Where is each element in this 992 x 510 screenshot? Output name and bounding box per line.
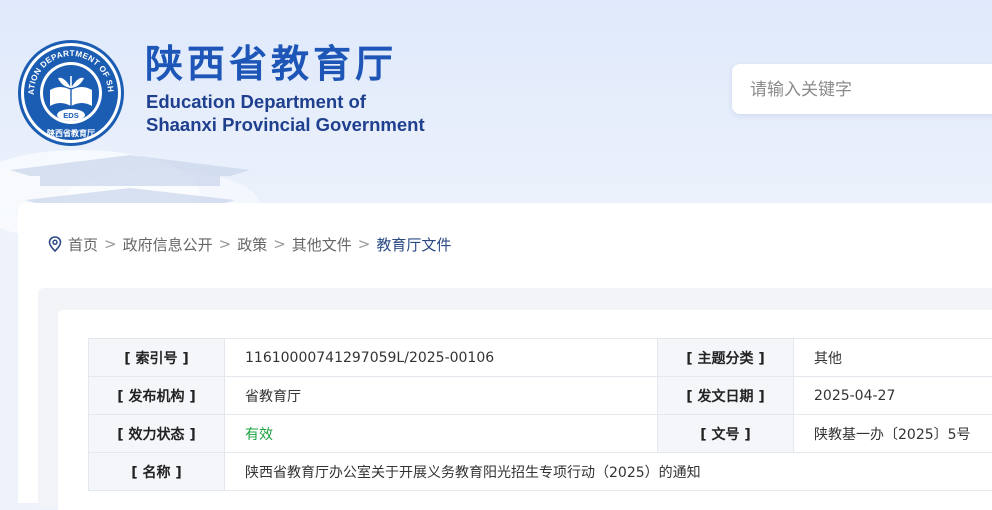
publisher-value: 省教育厅 bbox=[225, 377, 658, 415]
location-pin-icon bbox=[48, 236, 62, 252]
search-input[interactable] bbox=[748, 64, 982, 116]
breadcrumb-separator: > bbox=[219, 235, 232, 253]
breadcrumb-separator: > bbox=[104, 235, 117, 253]
svg-text:EDS: EDS bbox=[63, 111, 78, 120]
topic-value: 其他 bbox=[794, 339, 992, 377]
table-row: [ 名称 ] 陕西省教育厅办公室关于开展义务教育阳光招生专项行动（2025）的通… bbox=[89, 453, 992, 491]
breadcrumb: 首页 > 政府信息公开 > 政策 > 其他文件 > 教育厅文件 bbox=[48, 232, 451, 256]
site-title-en-line2: Shaanxi Provincial Government bbox=[146, 113, 425, 136]
doc-no-value: 陕教基一办〔2025〕5号 bbox=[794, 415, 992, 453]
date-value: 2025-04-27 bbox=[794, 377, 992, 415]
eds-logo[interactable]: EDUCATION DEPARTMENT OF SHAANXI EDS 陕西省教… bbox=[16, 38, 126, 148]
status-label: [ 效力状态 ] bbox=[89, 415, 225, 453]
breadcrumb-separator: > bbox=[273, 235, 286, 253]
site-title-en-line1: Education Department of bbox=[146, 90, 425, 113]
breadcrumb-dept-docs[interactable]: 教育厅文件 bbox=[376, 234, 451, 255]
name-label: [ 名称 ] bbox=[89, 453, 225, 491]
doc-no-label: [ 文号 ] bbox=[658, 415, 794, 453]
date-label: [ 发文日期 ] bbox=[658, 377, 794, 415]
status-value: 有效 bbox=[225, 415, 658, 453]
breadcrumb-policy[interactable]: 政策 bbox=[237, 234, 267, 255]
table-row: [ 索引号 ] 11610000741297059L/2025-00106 [ … bbox=[89, 339, 992, 377]
publisher-label: [ 发布机构 ] bbox=[89, 377, 225, 415]
table-row: [ 效力状态 ] 有效 [ 文号 ] 陕教基一办〔2025〕5号 bbox=[89, 415, 992, 453]
name-value: 陕西省教育厅办公室关于开展义务教育阳光招生专项行动（2025）的通知 bbox=[225, 453, 992, 491]
index-no-value: 11610000741297059L/2025-00106 bbox=[225, 339, 658, 377]
site-title-cn: 陕西省教育厅 bbox=[145, 42, 397, 86]
breadcrumb-separator: > bbox=[358, 235, 371, 253]
search-box[interactable] bbox=[732, 64, 992, 114]
breadcrumb-gov-info[interactable]: 政府信息公开 bbox=[123, 234, 213, 255]
index-no-label: [ 索引号 ] bbox=[89, 339, 225, 377]
breadcrumb-home[interactable]: 首页 bbox=[68, 234, 98, 255]
document-meta-table: [ 索引号 ] 11610000741297059L/2025-00106 [ … bbox=[88, 338, 992, 491]
site-title-en: Education Department of Shaanxi Provinci… bbox=[146, 90, 425, 136]
svg-text:陕西省教育厅: 陕西省教育厅 bbox=[47, 128, 95, 138]
topic-label: [ 主题分类 ] bbox=[658, 339, 794, 377]
breadcrumb-other-docs[interactable]: 其他文件 bbox=[292, 234, 352, 255]
table-row: [ 发布机构 ] 省教育厅 [ 发文日期 ] 2025-04-27 bbox=[89, 377, 992, 415]
